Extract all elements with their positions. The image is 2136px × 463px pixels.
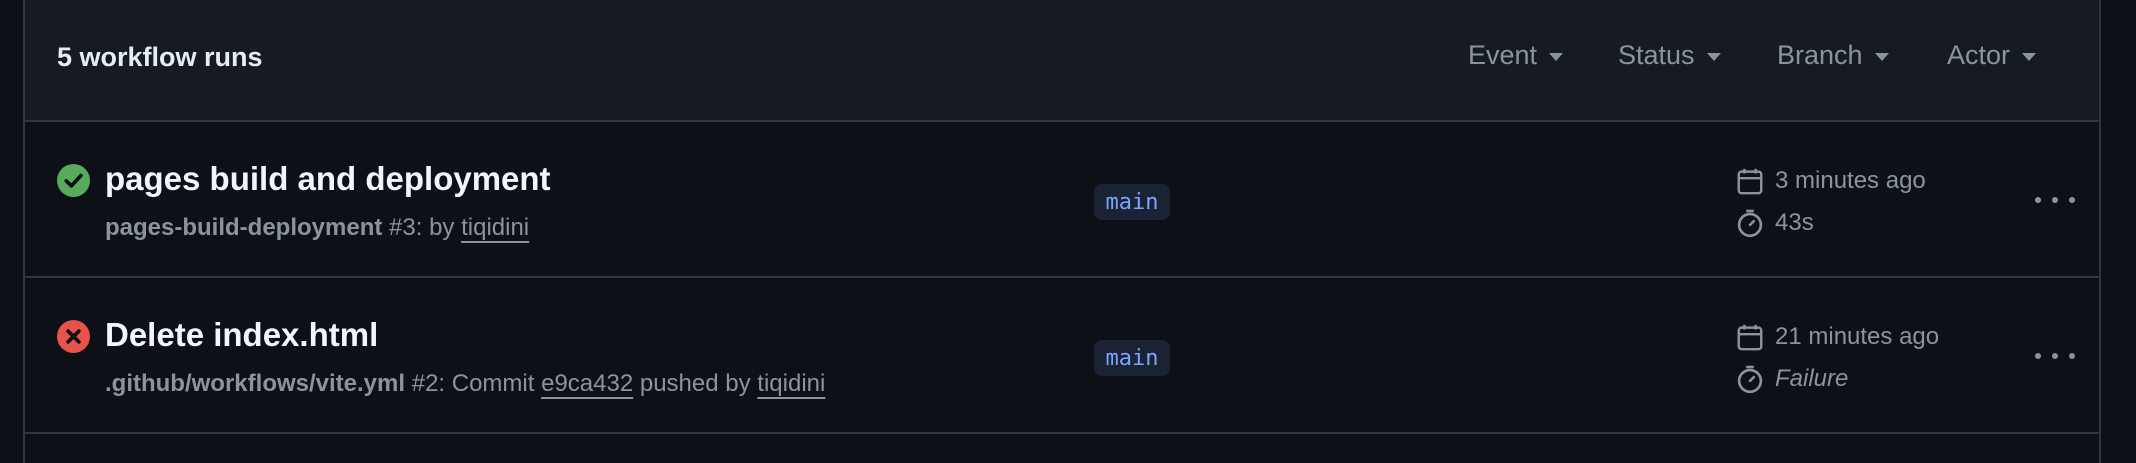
- kebab-dot-icon: [2069, 197, 2075, 203]
- event-filter-dropdown[interactable]: Event: [1468, 40, 1564, 71]
- kebab-dot-icon: [2069, 353, 2075, 359]
- workflow-name: .github/workflows/vite.yml: [105, 370, 406, 397]
- status-filter-label: Status: [1618, 40, 1695, 70]
- pushed-by-label: pushed by: [639, 370, 751, 397]
- event-filter-label: Event: [1468, 40, 1538, 70]
- branch-label[interactable]: main: [1094, 340, 1170, 376]
- run-timestamp: 21 minutes ago: [1735, 322, 1939, 352]
- run-duration: 43s: [1735, 208, 1814, 238]
- caret-down-icon: [2022, 53, 2037, 61]
- caret-down-icon: [1874, 53, 1889, 61]
- x-circle-icon: [57, 320, 90, 353]
- caret-down-icon: [1706, 53, 1721, 61]
- commit-link[interactable]: e9ca432: [541, 370, 633, 397]
- time-ago: 3 minutes ago: [1775, 167, 1926, 194]
- time-ago: 21 minutes ago: [1775, 323, 1940, 350]
- kebab-dot-icon: [2052, 353, 2058, 359]
- workflow-run-row[interactable]: Delete index.html .github/workflows/vite…: [25, 278, 2099, 434]
- actor-link[interactable]: tiqidini: [757, 370, 825, 397]
- runs-header: 5 workflow runs Event Status Branch Acto…: [25, 0, 2099, 122]
- calendar-icon: [1737, 324, 1763, 351]
- run-meta: .github/workflows/vite.yml #2: Commit e9…: [105, 370, 825, 398]
- kebab-dot-icon: [2035, 353, 2041, 359]
- run-meta: pages-build-deployment #3: by tiqidini: [105, 214, 529, 242]
- run-title-link[interactable]: Delete index.html: [105, 316, 378, 354]
- branch-filter-label: Branch: [1777, 40, 1863, 70]
- actor-link[interactable]: tiqidini: [461, 214, 529, 241]
- actor-filter-label: Actor: [1947, 40, 2011, 70]
- run-title-link[interactable]: pages build and deployment: [105, 160, 551, 198]
- stopwatch-icon: [1737, 209, 1763, 238]
- status-filter-dropdown[interactable]: Status: [1618, 40, 1721, 71]
- kebab-dot-icon: [2052, 197, 2058, 203]
- kebab-dot-icon: [2035, 197, 2041, 203]
- workflow-run-row[interactable]: pages build and deployment pages-build-d…: [25, 122, 2099, 278]
- more-actions-button[interactable]: [2035, 185, 2075, 215]
- branch-filter-dropdown[interactable]: Branch: [1777, 40, 1889, 71]
- run-count-label: 5 workflow runs: [57, 42, 263, 72]
- actor-filter-dropdown[interactable]: Actor: [1947, 40, 2037, 71]
- workflow-name: pages-build-deployment: [105, 214, 383, 241]
- more-actions-button[interactable]: [2035, 341, 2075, 371]
- caret-down-icon: [1549, 53, 1564, 61]
- run-timestamp: 3 minutes ago: [1735, 166, 1926, 196]
- run-number: #3: by: [389, 214, 455, 241]
- run-duration: Failure: [1735, 364, 1848, 394]
- check-circle-icon: [57, 164, 90, 197]
- stopwatch-icon: [1737, 365, 1763, 394]
- duration: 43s: [1775, 209, 1814, 236]
- calendar-icon: [1737, 168, 1763, 195]
- duration: Failure: [1775, 365, 1849, 392]
- branch-label[interactable]: main: [1094, 184, 1170, 220]
- workflow-runs-panel: 5 workflow runs Event Status Branch Acto…: [23, 0, 2101, 463]
- run-number: #2: Commit: [411, 370, 535, 397]
